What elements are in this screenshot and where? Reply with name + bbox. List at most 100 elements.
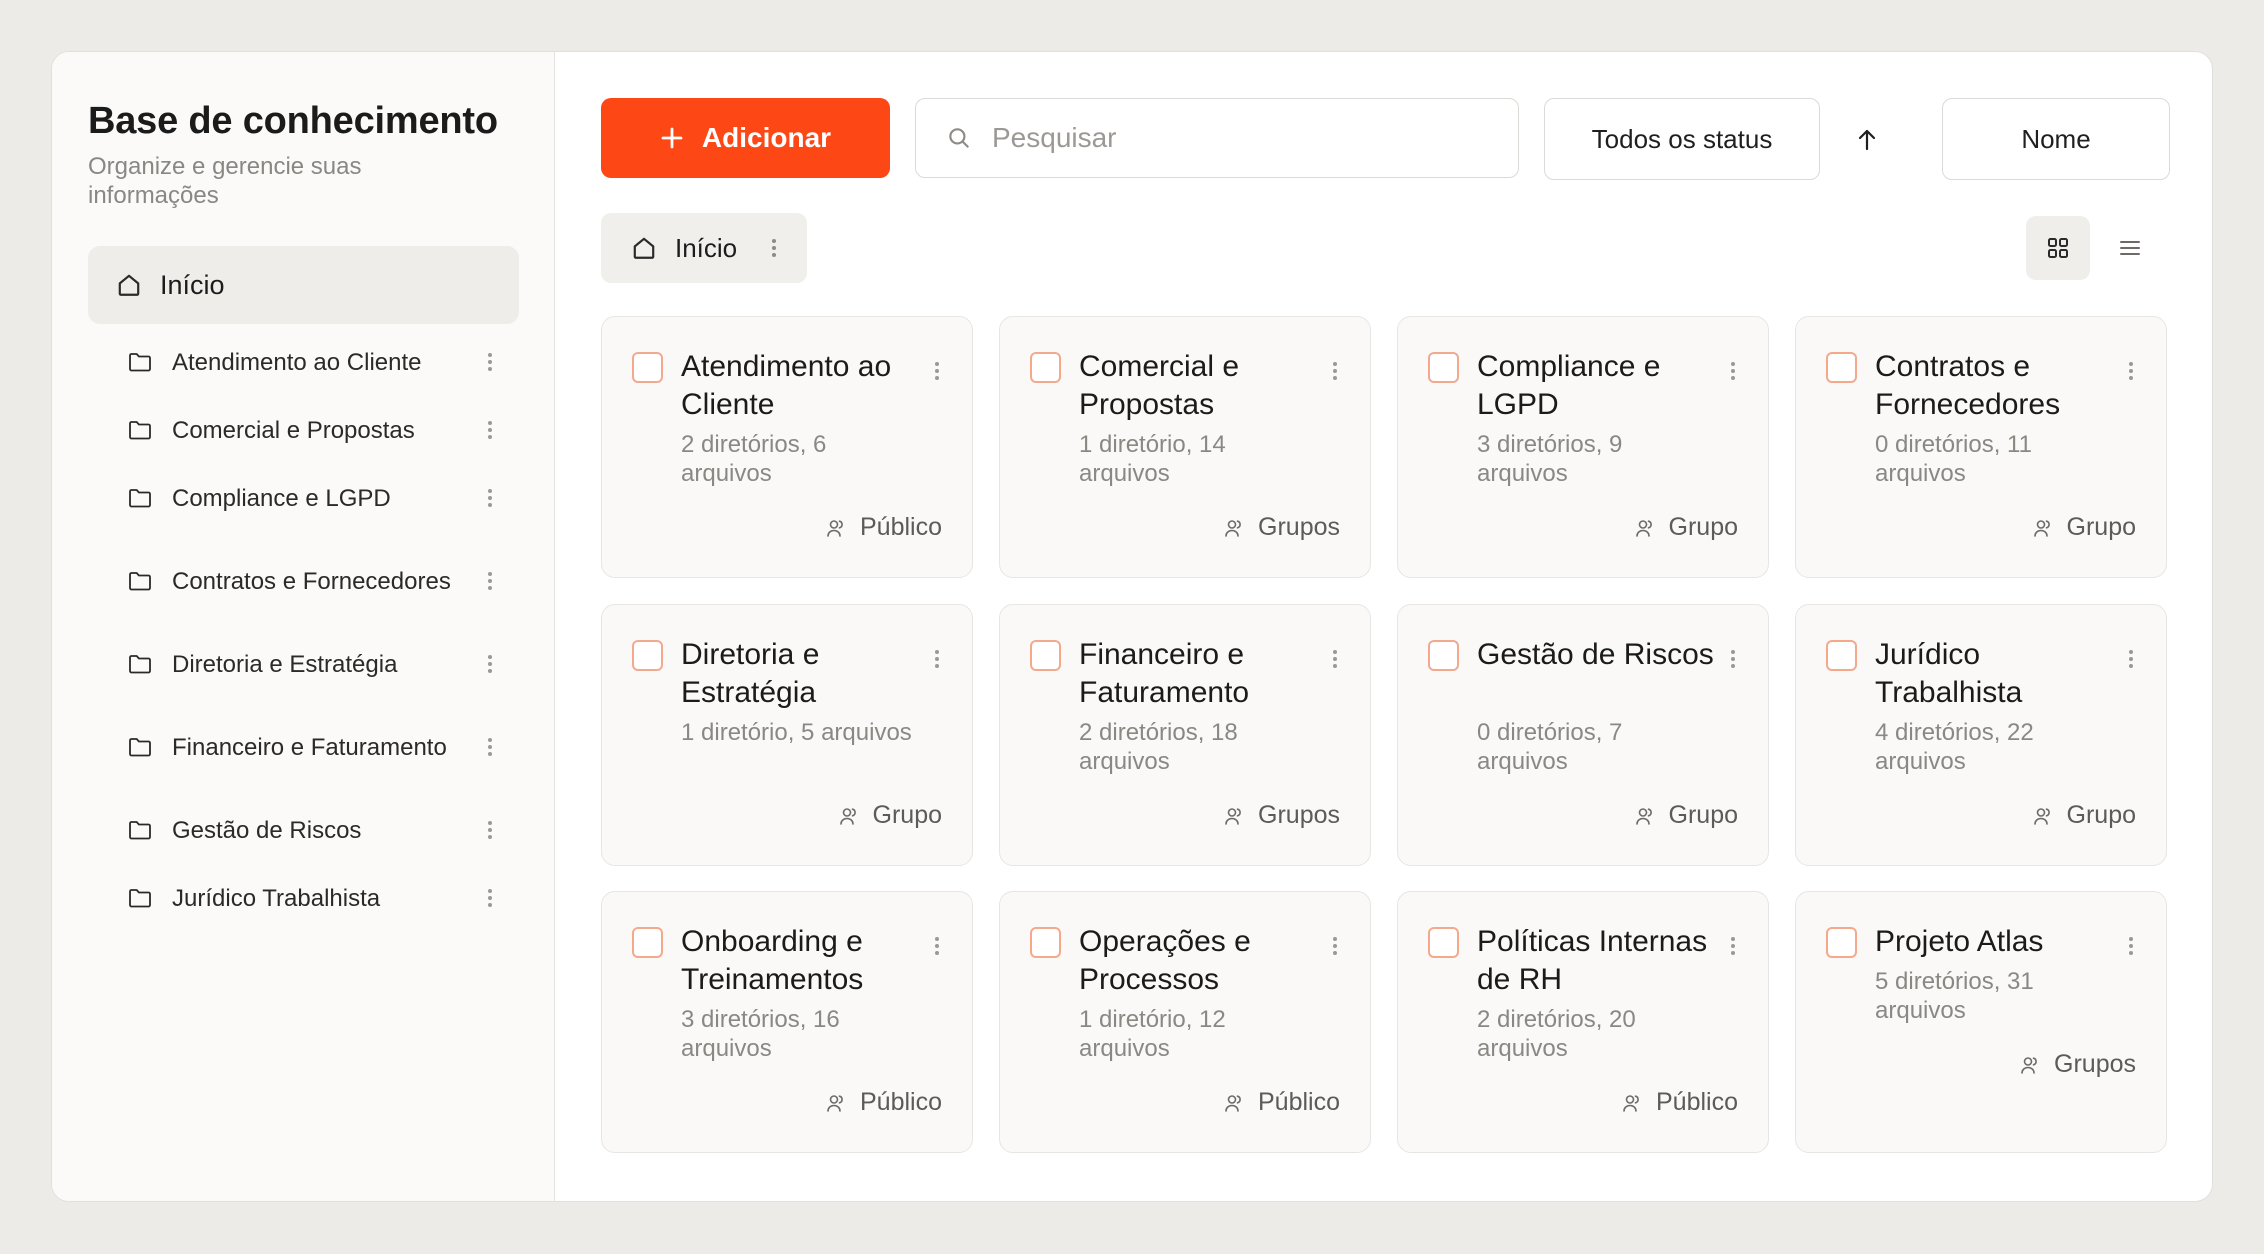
card-checkbox[interactable]: [1030, 352, 1061, 383]
card-meta: 0 diretórios, 7 arquivos: [1477, 719, 1623, 775]
sidebar-item-folder[interactable]: Diretoria e Estratégia: [88, 630, 519, 698]
access-badge: Público: [826, 1088, 942, 1117]
access-badge: Grupos: [2020, 1050, 2136, 1079]
more-options-icon[interactable]: [485, 569, 495, 593]
card-title: Gestão de Riscos: [1477, 638, 1714, 671]
more-options-icon[interactable]: [2126, 359, 2136, 383]
sidebar-item-label: Financeiro e Faturamento: [172, 733, 447, 761]
breadcrumb[interactable]: Início: [601, 213, 807, 283]
card-meta: 2 diretórios, 6 arquivos: [681, 431, 827, 487]
grid-view-button[interactable]: [2026, 216, 2090, 280]
access-label: Grupos: [1258, 513, 1340, 541]
card-checkbox[interactable]: [1826, 640, 1857, 671]
users-icon: [826, 1093, 846, 1113]
folder-icon: [128, 819, 152, 841]
more-options-icon[interactable]: [485, 652, 495, 676]
folder-card[interactable]: Gestão de Riscos 0 diretórios, 7 arquivos…: [1397, 604, 1769, 866]
folder-card[interactable]: Políticas Internas de RH 2 diretórios, 20…: [1397, 891, 1769, 1153]
sort-direction-button[interactable]: [1845, 118, 1889, 162]
access-label: Público: [860, 1088, 942, 1116]
card-checkbox[interactable]: [1030, 640, 1061, 671]
sidebar-item-label: Jurídico Trabalhista: [172, 884, 381, 912]
folder-card[interactable]: Contratos e Fornecedores 0 diretórios, 11…: [1795, 316, 2167, 578]
card-checkbox[interactable]: [1428, 640, 1459, 671]
more-options-icon[interactable]: [932, 934, 942, 958]
sidebar-item-label: Comercial e Propostas: [172, 416, 415, 444]
search-input[interactable]: [992, 122, 1472, 154]
status-filter-select[interactable]: Todos os status: [1544, 98, 1820, 180]
users-icon: [839, 806, 859, 826]
card-checkbox[interactable]: [632, 352, 663, 383]
more-options-icon[interactable]: [485, 886, 495, 910]
folder-card[interactable]: Atendimento ao Cliente 2 diretórios, 6 ar…: [601, 316, 973, 578]
card-checkbox[interactable]: [1826, 352, 1857, 383]
more-options-icon[interactable]: [932, 359, 942, 383]
search-icon: [946, 125, 972, 151]
access-badge: Público: [826, 513, 942, 542]
users-icon: [826, 518, 846, 538]
sidebar-item-label: Compliance e LGPD: [172, 484, 391, 512]
sidebar-item-label: Gestão de Riscos: [172, 816, 362, 844]
more-options-icon[interactable]: [2126, 647, 2136, 671]
access-label: Público: [1656, 1088, 1738, 1116]
sidebar-item-home[interactable]: Início: [88, 246, 519, 324]
sort-field-select[interactable]: Nome: [1942, 98, 2170, 180]
folder-card[interactable]: Comercial e Propostas 1 diretório, 14 arq…: [999, 316, 1371, 578]
more-options-icon[interactable]: [485, 486, 495, 510]
sidebar-item-folder[interactable]: Jurídico Trabalhista: [88, 864, 519, 932]
more-options-icon[interactable]: [932, 647, 942, 671]
card-title: Compliance e LGPD: [1477, 350, 1661, 421]
more-options-icon[interactable]: [769, 236, 779, 260]
folder-card[interactable]: Compliance e LGPD 3 diretórios, 9 arquivo…: [1397, 316, 1769, 578]
folder-card[interactable]: Projeto Atlas 5 diretórios, 31 arquivos Gr…: [1795, 891, 2167, 1153]
sidebar-item-folder[interactable]: Contratos e Fornecedores: [88, 532, 519, 630]
more-options-icon[interactable]: [1330, 934, 1340, 958]
users-icon: [1224, 1093, 1244, 1113]
more-options-icon[interactable]: [485, 818, 495, 842]
card-title: Atendimento ao Cliente: [681, 350, 892, 421]
more-options-icon[interactable]: [1330, 359, 1340, 383]
folder-card[interactable]: Operações e Processos 1 diretório, 12 arq…: [999, 891, 1371, 1153]
sidebar-item-folder[interactable]: Financeiro e Faturamento: [88, 698, 519, 796]
list-icon: [2119, 239, 2141, 257]
card-checkbox[interactable]: [1030, 927, 1061, 958]
card-checkbox[interactable]: [1428, 927, 1459, 958]
folder-card[interactable]: Diretoria e Estratégia 1 diretório, 5 arq…: [601, 604, 973, 866]
card-checkbox[interactable]: [632, 640, 663, 671]
sidebar-item-folder[interactable]: Gestão de Riscos: [88, 796, 519, 864]
sidebar-item-folder[interactable]: Comercial e Propostas: [88, 396, 519, 464]
access-badge: Grupo: [2033, 801, 2136, 830]
more-options-icon[interactable]: [2126, 934, 2136, 958]
card-meta: 2 diretórios, 18 arquivos: [1079, 719, 1238, 775]
access-label: Grupo: [1668, 513, 1738, 541]
more-options-icon[interactable]: [1728, 359, 1738, 383]
card-meta: 1 diretório, 5 arquivos: [681, 719, 912, 746]
more-options-icon[interactable]: [485, 350, 495, 374]
more-options-icon[interactable]: [485, 418, 495, 442]
search-box[interactable]: [915, 98, 1519, 178]
card-checkbox[interactable]: [632, 927, 663, 958]
more-options-icon[interactable]: [1728, 934, 1738, 958]
more-options-icon[interactable]: [1330, 647, 1340, 671]
more-options-icon[interactable]: [485, 735, 495, 759]
card-meta: 5 diretórios, 31 arquivos: [1875, 968, 2034, 1024]
users-icon: [2033, 806, 2053, 826]
breadcrumb-label: Início: [675, 232, 738, 263]
card-title: Comercial e Propostas: [1079, 350, 1240, 421]
card-checkbox[interactable]: [1826, 927, 1857, 958]
more-options-icon[interactable]: [1728, 647, 1738, 671]
folder-icon: [128, 887, 152, 909]
folder-card[interactable]: Jurídico Trabalhista 4 diretórios, 22 arq…: [1795, 604, 2167, 866]
list-view-button[interactable]: [2106, 224, 2154, 272]
card-checkbox[interactable]: [1428, 352, 1459, 383]
arrow-up-icon: [1855, 127, 1879, 153]
card-title: Projeto Atlas: [1875, 925, 2044, 958]
sidebar-item-folder[interactable]: Atendimento ao Cliente: [88, 328, 519, 396]
access-label: Grupo: [872, 801, 942, 829]
folder-icon: [128, 736, 152, 758]
sidebar-item-folder[interactable]: Compliance e LGPD: [88, 464, 519, 532]
access-badge: Grupo: [1635, 513, 1738, 542]
add-button[interactable]: Adicionar: [601, 98, 890, 178]
folder-card[interactable]: Financeiro e Faturamento 2 diretórios, 18…: [999, 604, 1371, 866]
folder-card[interactable]: Onboarding e Treinamentos 3 diretórios, 1…: [601, 891, 973, 1153]
